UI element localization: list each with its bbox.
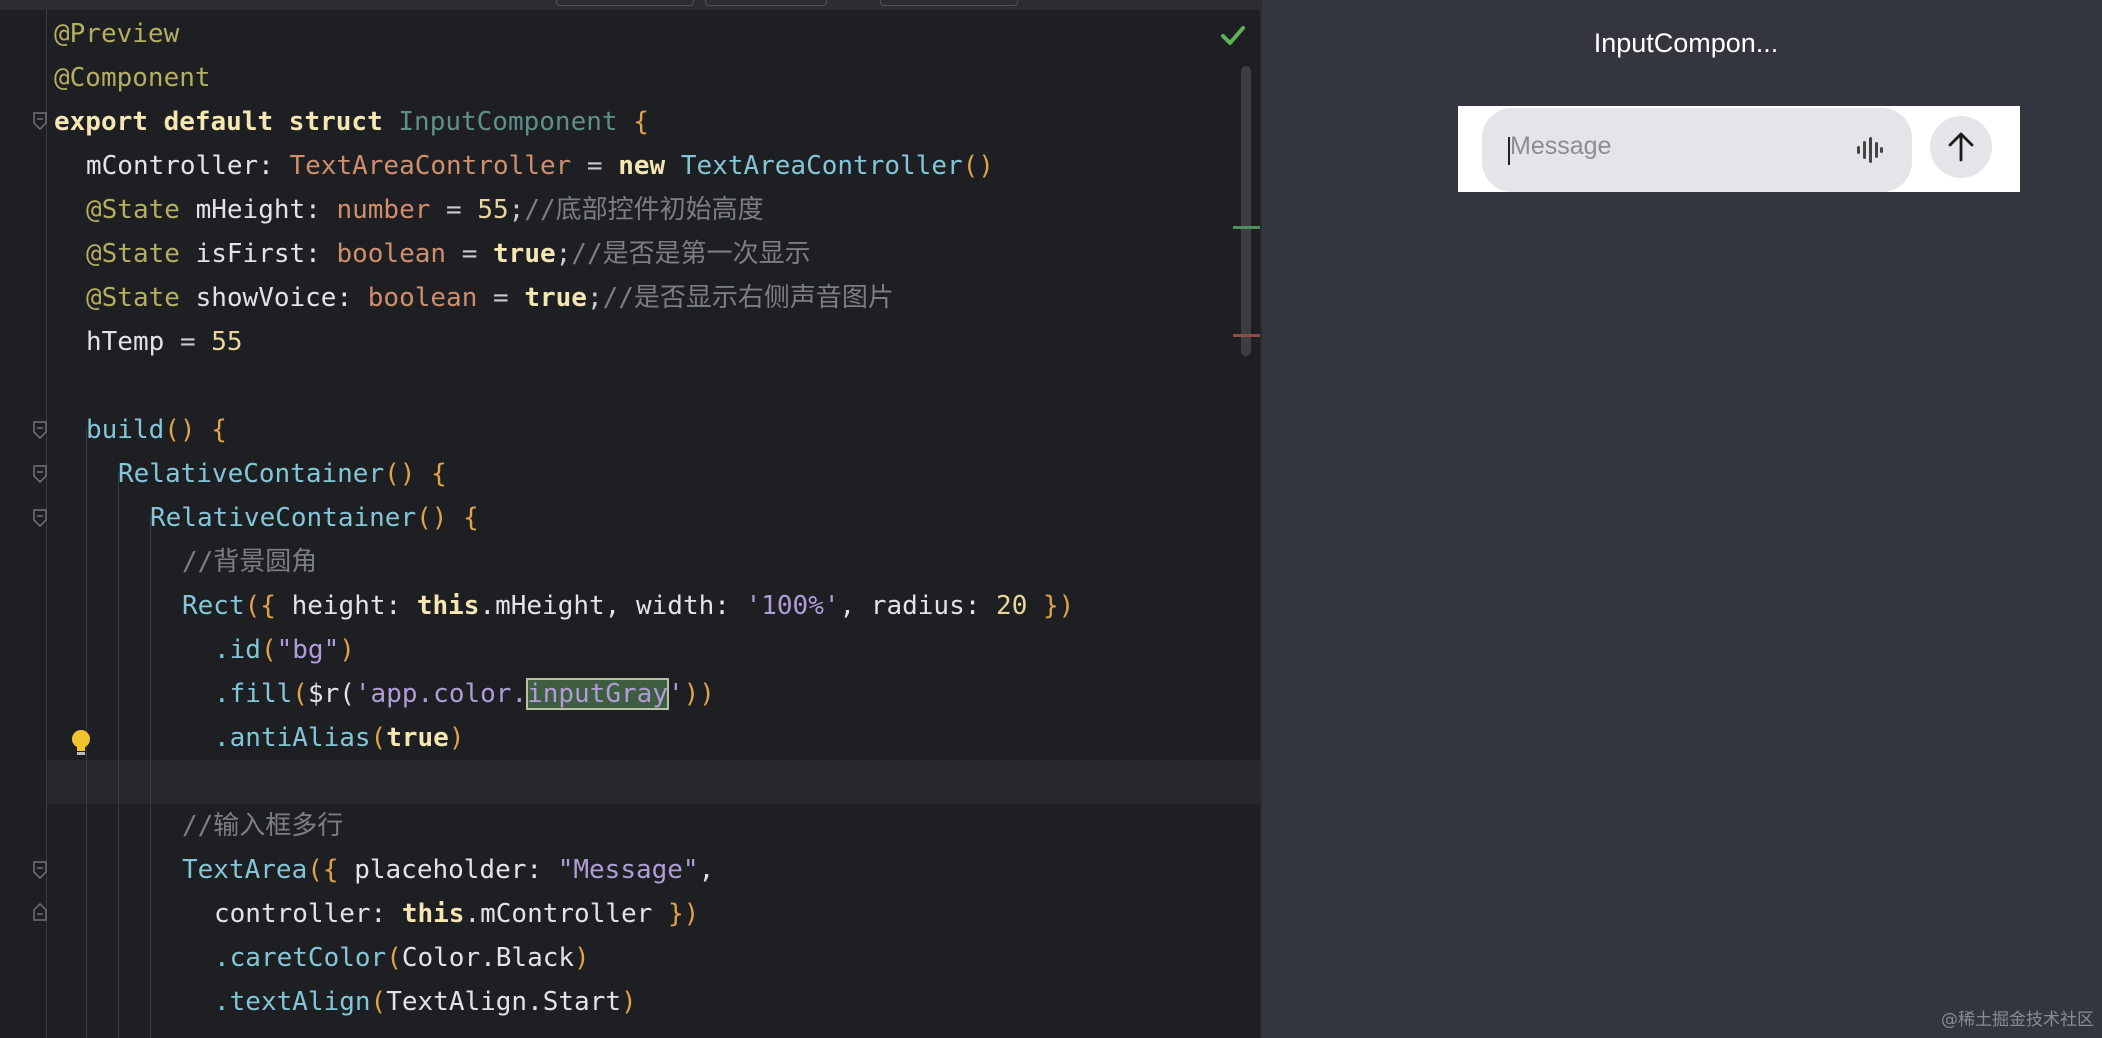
code-line: @Preview: [54, 19, 180, 49]
editor-tab-strip: [0, 0, 1260, 10]
message-input[interactable]: Message: [1482, 108, 1912, 192]
code-line: build() {: [86, 415, 227, 445]
scroll-change-marker: [1233, 334, 1260, 337]
editor-tab[interactable]: [705, 0, 827, 6]
indent-guide: [118, 472, 119, 1038]
voice-waveform-icon[interactable]: [1855, 137, 1883, 163]
send-button[interactable]: [1930, 116, 1992, 178]
fold-icon[interactable]: [33, 465, 47, 483]
scroll-change-marker: [1233, 226, 1260, 229]
code-line: .textAlign(TextAlign.Start): [214, 987, 637, 1017]
check-icon: [1221, 26, 1245, 45]
fold-icon[interactable]: [33, 509, 47, 527]
message-placeholder: Message: [1510, 132, 1612, 160]
code-line: mController: TextAreaController = new Te…: [86, 151, 994, 181]
code-line: //输入框多行: [182, 811, 344, 841]
editor-scrollbar[interactable]: [1241, 66, 1251, 356]
fold-icon[interactable]: [33, 421, 47, 439]
code-line: TextArea({ placeholder: "Message",: [182, 855, 715, 885]
code-line: RelativeContainer() {: [150, 503, 479, 533]
editor-tab[interactable]: [880, 0, 1018, 6]
preview-device: Message: [1458, 106, 2020, 192]
editor-tab[interactable]: [556, 0, 694, 6]
code-line: .fill($r('app.color.inputGray')): [214, 678, 715, 710]
code-line: @State isFirst: boolean = true;//是否是第一次显…: [86, 239, 811, 269]
current-line-highlight: [46, 760, 1260, 804]
arrow-up-icon: [1948, 132, 1974, 162]
code-line: @Component: [54, 63, 211, 93]
lightbulb-icon[interactable]: [69, 728, 93, 758]
fold-end-icon[interactable]: [33, 903, 47, 921]
code-line: controller: this.mController }): [214, 899, 700, 929]
code-line: .id("bg"): [214, 635, 355, 665]
fold-icon[interactable]: [33, 861, 47, 879]
preview-title: InputCompon...: [1593, 28, 1779, 58]
code-line: export default struct InputComponent {: [54, 107, 649, 137]
code-line: @State showVoice: boolean = true;//是否显示右…: [86, 283, 894, 313]
watermark: @稀土掘金技术社区: [1941, 1010, 2094, 1030]
code-line: hTemp = 55: [86, 327, 243, 357]
code-line: .caretColor(Color.Black): [214, 943, 590, 973]
code-line: .antiAlias(true): [214, 723, 465, 753]
indent-guide: [150, 516, 151, 1038]
code-line: //背景圆角: [182, 547, 318, 577]
code-line: @State mHeight: number = 55;//底部控件初始高度: [86, 195, 764, 225]
code-line: RelativeContainer() {: [118, 459, 447, 489]
fold-icon[interactable]: [33, 112, 47, 130]
search-highlight: inputGray: [526, 678, 669, 710]
preview-panel: InputCompon... Message @稀土掘金技术社区: [1262, 0, 2102, 1038]
code-line: Rect({ height: this.mHeight, width: '100…: [182, 591, 1075, 621]
code-editor[interactable]: @Preview @Component export default struc…: [0, 0, 1260, 1038]
